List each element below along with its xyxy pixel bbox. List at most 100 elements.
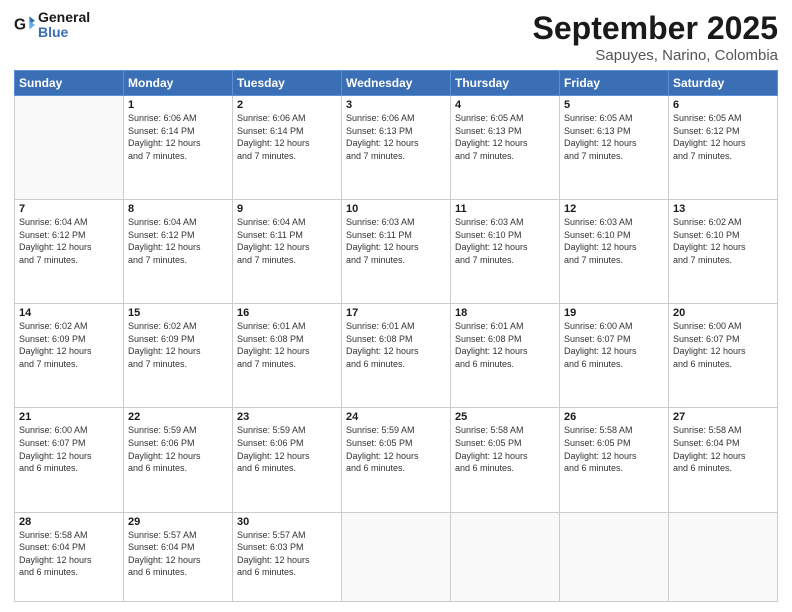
weekday-header: Monday: [124, 71, 233, 96]
calendar-cell: 18Sunrise: 6:01 AM Sunset: 6:08 PM Dayli…: [451, 304, 560, 408]
day-info: Sunrise: 6:03 AM Sunset: 6:10 PM Dayligh…: [455, 216, 555, 266]
calendar-cell: 20Sunrise: 6:00 AM Sunset: 6:07 PM Dayli…: [669, 304, 778, 408]
day-number: 14: [19, 307, 119, 319]
calendar-cell: 13Sunrise: 6:02 AM Sunset: 6:10 PM Dayli…: [669, 200, 778, 304]
day-number: 8: [128, 203, 228, 215]
day-number: 27: [673, 411, 773, 423]
calendar-cell: [451, 512, 560, 601]
month-title: September 2025: [533, 10, 778, 47]
logo-text-general: General: [38, 9, 90, 25]
day-number: 20: [673, 307, 773, 319]
weekday-header: Thursday: [451, 71, 560, 96]
day-info: Sunrise: 5:59 AM Sunset: 6:06 PM Dayligh…: [128, 424, 228, 474]
page-header: G General Blue September 2025 Sapuyes, N…: [14, 10, 778, 64]
day-number: 22: [128, 411, 228, 423]
day-info: Sunrise: 6:06 AM Sunset: 6:14 PM Dayligh…: [128, 112, 228, 162]
calendar-cell: 1Sunrise: 6:06 AM Sunset: 6:14 PM Daylig…: [124, 96, 233, 200]
day-number: 21: [19, 411, 119, 423]
weekday-header: Saturday: [669, 71, 778, 96]
day-number: 25: [455, 411, 555, 423]
calendar-week-row: 28Sunrise: 5:58 AM Sunset: 6:04 PM Dayli…: [15, 512, 778, 601]
day-info: Sunrise: 6:01 AM Sunset: 6:08 PM Dayligh…: [237, 320, 337, 370]
svg-text:G: G: [14, 17, 26, 34]
day-info: Sunrise: 5:57 AM Sunset: 6:03 PM Dayligh…: [237, 529, 337, 579]
calendar-cell: 17Sunrise: 6:01 AM Sunset: 6:08 PM Dayli…: [342, 304, 451, 408]
calendar-cell: 15Sunrise: 6:02 AM Sunset: 6:09 PM Dayli…: [124, 304, 233, 408]
day-info: Sunrise: 6:04 AM Sunset: 6:11 PM Dayligh…: [237, 216, 337, 266]
calendar-cell: 29Sunrise: 5:57 AM Sunset: 6:04 PM Dayli…: [124, 512, 233, 601]
day-info: Sunrise: 5:58 AM Sunset: 6:04 PM Dayligh…: [673, 424, 773, 474]
day-number: 17: [346, 307, 446, 319]
day-info: Sunrise: 6:02 AM Sunset: 6:09 PM Dayligh…: [19, 320, 119, 370]
calendar-cell: 22Sunrise: 5:59 AM Sunset: 6:06 PM Dayli…: [124, 408, 233, 512]
day-number: 4: [455, 99, 555, 111]
calendar-week-row: 14Sunrise: 6:02 AM Sunset: 6:09 PM Dayli…: [15, 304, 778, 408]
calendar-cell: 24Sunrise: 5:59 AM Sunset: 6:05 PM Dayli…: [342, 408, 451, 512]
calendar-body: 1Sunrise: 6:06 AM Sunset: 6:14 PM Daylig…: [15, 96, 778, 602]
day-info: Sunrise: 6:02 AM Sunset: 6:10 PM Dayligh…: [673, 216, 773, 266]
day-number: 2: [237, 99, 337, 111]
calendar-cell: 8Sunrise: 6:04 AM Sunset: 6:12 PM Daylig…: [124, 200, 233, 304]
calendar-week-row: 1Sunrise: 6:06 AM Sunset: 6:14 PM Daylig…: [15, 96, 778, 200]
calendar-week-row: 7Sunrise: 6:04 AM Sunset: 6:12 PM Daylig…: [15, 200, 778, 304]
logo: G General Blue: [14, 10, 90, 41]
day-info: Sunrise: 6:01 AM Sunset: 6:08 PM Dayligh…: [346, 320, 446, 370]
logo-text-blue: Blue: [38, 24, 68, 40]
calendar-table: SundayMondayTuesdayWednesdayThursdayFrid…: [14, 70, 778, 602]
day-number: 15: [128, 307, 228, 319]
calendar-cell: 11Sunrise: 6:03 AM Sunset: 6:10 PM Dayli…: [451, 200, 560, 304]
day-info: Sunrise: 6:03 AM Sunset: 6:11 PM Dayligh…: [346, 216, 446, 266]
day-number: 24: [346, 411, 446, 423]
day-info: Sunrise: 5:59 AM Sunset: 6:06 PM Dayligh…: [237, 424, 337, 474]
day-number: 30: [237, 516, 337, 528]
day-number: 1: [128, 99, 228, 111]
day-number: 11: [455, 203, 555, 215]
day-number: 13: [673, 203, 773, 215]
day-number: 16: [237, 307, 337, 319]
day-info: Sunrise: 5:57 AM Sunset: 6:04 PM Dayligh…: [128, 529, 228, 579]
day-number: 6: [673, 99, 773, 111]
calendar-cell: [560, 512, 669, 601]
calendar-cell: 21Sunrise: 6:00 AM Sunset: 6:07 PM Dayli…: [15, 408, 124, 512]
day-info: Sunrise: 6:05 AM Sunset: 6:13 PM Dayligh…: [455, 112, 555, 162]
day-number: 29: [128, 516, 228, 528]
title-block: September 2025 Sapuyes, Narino, Colombia: [533, 10, 778, 64]
calendar-cell: 16Sunrise: 6:01 AM Sunset: 6:08 PM Dayli…: [233, 304, 342, 408]
day-info: Sunrise: 6:04 AM Sunset: 6:12 PM Dayligh…: [19, 216, 119, 266]
calendar-cell: [15, 96, 124, 200]
day-info: Sunrise: 6:05 AM Sunset: 6:12 PM Dayligh…: [673, 112, 773, 162]
logo-icon: G: [14, 14, 36, 36]
day-number: 12: [564, 203, 664, 215]
day-number: 7: [19, 203, 119, 215]
calendar-cell: 19Sunrise: 6:00 AM Sunset: 6:07 PM Dayli…: [560, 304, 669, 408]
weekday-header: Wednesday: [342, 71, 451, 96]
calendar-cell: 3Sunrise: 6:06 AM Sunset: 6:13 PM Daylig…: [342, 96, 451, 200]
day-info: Sunrise: 6:04 AM Sunset: 6:12 PM Dayligh…: [128, 216, 228, 266]
day-info: Sunrise: 5:58 AM Sunset: 6:05 PM Dayligh…: [455, 424, 555, 474]
day-number: 5: [564, 99, 664, 111]
day-info: Sunrise: 6:00 AM Sunset: 6:07 PM Dayligh…: [19, 424, 119, 474]
calendar-header-row: SundayMondayTuesdayWednesdayThursdayFrid…: [15, 71, 778, 96]
location-title: Sapuyes, Narino, Colombia: [533, 47, 778, 64]
calendar-week-row: 21Sunrise: 6:00 AM Sunset: 6:07 PM Dayli…: [15, 408, 778, 512]
calendar-cell: 6Sunrise: 6:05 AM Sunset: 6:12 PM Daylig…: [669, 96, 778, 200]
day-number: 26: [564, 411, 664, 423]
day-info: Sunrise: 6:00 AM Sunset: 6:07 PM Dayligh…: [673, 320, 773, 370]
calendar-cell: 28Sunrise: 5:58 AM Sunset: 6:04 PM Dayli…: [15, 512, 124, 601]
day-info: Sunrise: 6:03 AM Sunset: 6:10 PM Dayligh…: [564, 216, 664, 266]
day-info: Sunrise: 5:58 AM Sunset: 6:05 PM Dayligh…: [564, 424, 664, 474]
day-info: Sunrise: 6:06 AM Sunset: 6:14 PM Dayligh…: [237, 112, 337, 162]
weekday-header: Friday: [560, 71, 669, 96]
day-info: Sunrise: 5:59 AM Sunset: 6:05 PM Dayligh…: [346, 424, 446, 474]
calendar-cell: 2Sunrise: 6:06 AM Sunset: 6:14 PM Daylig…: [233, 96, 342, 200]
calendar-cell: 25Sunrise: 5:58 AM Sunset: 6:05 PM Dayli…: [451, 408, 560, 512]
calendar-cell: 9Sunrise: 6:04 AM Sunset: 6:11 PM Daylig…: [233, 200, 342, 304]
calendar-cell: [669, 512, 778, 601]
calendar-cell: [342, 512, 451, 601]
day-info: Sunrise: 6:00 AM Sunset: 6:07 PM Dayligh…: [564, 320, 664, 370]
calendar-cell: 5Sunrise: 6:05 AM Sunset: 6:13 PM Daylig…: [560, 96, 669, 200]
calendar-page: G General Blue September 2025 Sapuyes, N…: [0, 0, 792, 612]
day-info: Sunrise: 6:02 AM Sunset: 6:09 PM Dayligh…: [128, 320, 228, 370]
calendar-cell: 7Sunrise: 6:04 AM Sunset: 6:12 PM Daylig…: [15, 200, 124, 304]
weekday-header: Tuesday: [233, 71, 342, 96]
